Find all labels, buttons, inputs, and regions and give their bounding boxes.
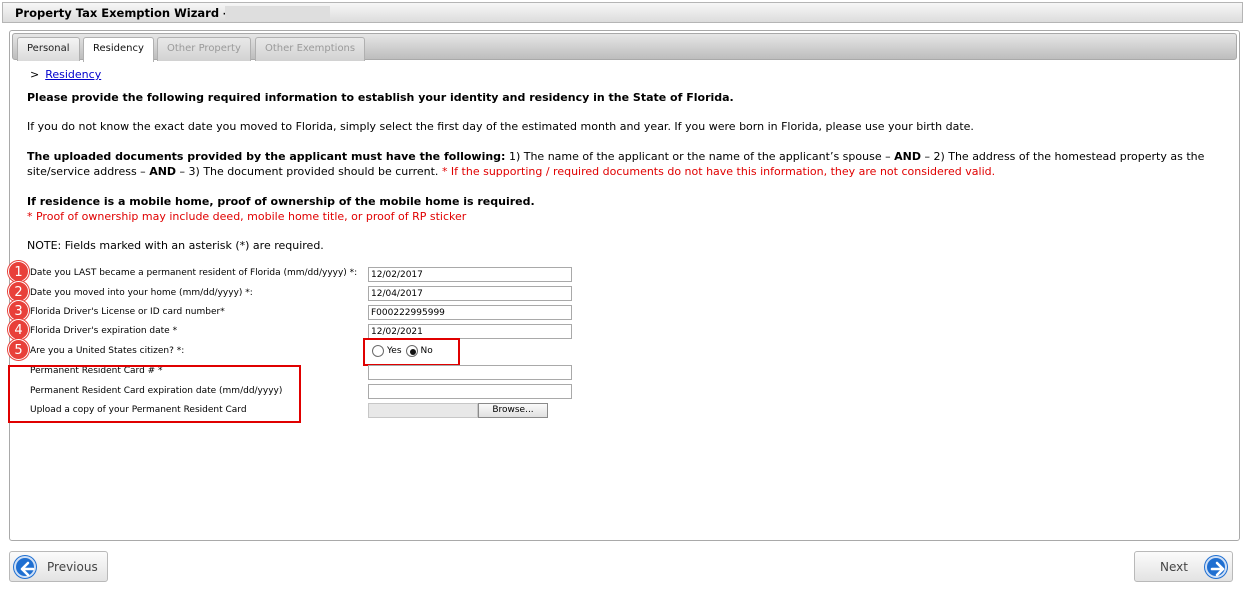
required-note: NOTE: Fields marked with an asterisk (*)… [27, 239, 324, 252]
mobile-home-heading: If residence is a mobile home, proof of … [27, 195, 535, 208]
tab-strip: Personal Residency Other Property Other … [12, 33, 1237, 62]
label-date-moved-home: Date you moved into your home (mm/dd/yyy… [30, 288, 253, 298]
tab-other-exemptions: Other Exemptions [255, 37, 366, 61]
documents-and1: AND [894, 150, 921, 163]
label-license-expiration: Florida Driver's expiration date * [30, 326, 178, 336]
highlight-citizen-answer [363, 338, 460, 366]
resident-card-expiration-input[interactable] [368, 384, 572, 399]
breadcrumb-link-residency[interactable]: Residency [45, 68, 101, 81]
date-moved-home-input[interactable] [368, 286, 572, 301]
breadcrumb-separator: > [30, 68, 40, 81]
date-hint: If you do not know the exact date you mo… [27, 120, 974, 133]
tab-other-property: Other Property [157, 37, 251, 61]
documents-part1: 1) The name of the applicant or the name… [505, 150, 895, 163]
browse-button[interactable]: Browse... [478, 403, 548, 418]
window-title: Property Tax Exemption Wizard - [15, 6, 228, 20]
breadcrumb: > Residency [30, 68, 101, 81]
documents-and2: AND [149, 165, 177, 178]
window-titlebar: Property Tax Exemption Wizard - [2, 2, 1243, 23]
label-license-number: Florida Driver's License or ID card numb… [30, 307, 225, 317]
tab-residency[interactable]: Residency [83, 37, 154, 62]
documents-part3: – 3) The document provided should be cur… [176, 165, 442, 178]
license-number-input[interactable] [368, 305, 572, 320]
step-badge-4: 4 [8, 319, 29, 340]
resident-card-file-field[interactable] [368, 403, 478, 418]
step-badge-2: 2 [8, 281, 29, 302]
documents-part2: – 2) The address of the homestead proper… [920, 150, 1205, 163]
documents-line2-start: site/service address – [27, 165, 150, 178]
previous-button[interactable]: Previous [9, 551, 108, 582]
wizard-panel: Personal Residency Other Property Other … [8, 30, 1240, 541]
documents-warning: * If the supporting / required documents… [441, 165, 996, 178]
mobile-home-note: * Proof of ownership may include deed, m… [27, 210, 467, 223]
next-button[interactable]: Next [1134, 551, 1233, 582]
highlight-resident-card-fields [8, 365, 301, 423]
step-badge-5: 5 [8, 339, 29, 360]
tab-personal[interactable]: Personal [17, 37, 80, 61]
arrow-right-icon [1205, 556, 1227, 578]
intro-heading: Please provide the following required in… [27, 91, 734, 104]
step-badge-1: 1 [8, 261, 29, 282]
label-date-became-resident: Date you LAST became a permanent residen… [30, 268, 358, 278]
documents-lead: The uploaded documents provided by the a… [27, 150, 506, 163]
label-us-citizen: Are you a United States citizen? *: [30, 346, 185, 356]
date-became-resident-input[interactable] [368, 267, 572, 282]
documents-requirements: The uploaded documents provided by the a… [27, 149, 1207, 179]
previous-label: Previous [47, 560, 98, 574]
next-label: Next [1160, 560, 1188, 574]
license-expiration-input[interactable] [368, 324, 572, 339]
step-badge-3: 3 [8, 300, 29, 321]
arrow-left-icon [14, 556, 36, 578]
redacted-name [225, 6, 330, 20]
resident-card-number-input[interactable] [368, 365, 572, 380]
